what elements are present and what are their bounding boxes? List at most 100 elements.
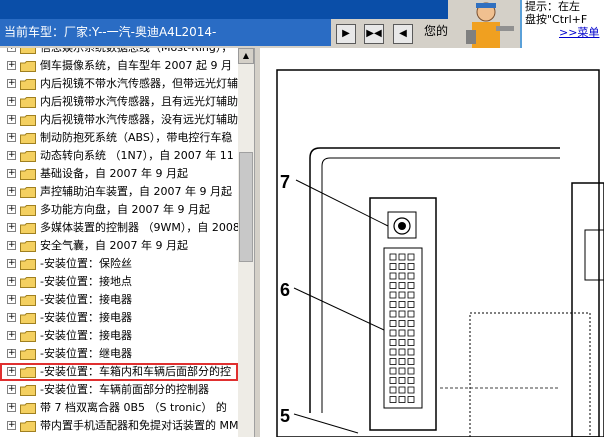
tree-item[interactable]: + -安装位置：接电器 [0,291,238,309]
expand-plus-icon[interactable]: + [7,403,16,412]
tree-item[interactable]: + 安全气囊，自 2007 年 9 月起 [0,237,238,255]
component-tree: + 信息娱乐系统数据总线（Most-Ring）， + 倒车摄像系统，自车型年 2007… [0,48,238,437]
expand-plus-icon[interactable]: + [7,151,16,160]
tree-item[interactable]: + 带内置手机适配器和免提对话装置的 MM [0,417,238,435]
tree-item[interactable]: + -安装位置：接地点 [0,273,238,291]
connector-pin [398,282,406,289]
expand-plus-icon[interactable]: + [7,97,16,106]
expand-plus-icon[interactable]: + [7,61,16,70]
expand-left-button[interactable]: ◀ [393,24,413,44]
folder-icon [20,241,36,252]
expand-plus-icon[interactable]: + [7,367,16,376]
folder-icon [20,259,36,270]
connector-pin [389,263,397,270]
tree-item-label: 声控辅助泊车装置，自 2007 年 9 月起 [40,185,232,198]
expand-plus-icon[interactable]: + [7,259,16,268]
expand-plus-icon[interactable]: + [7,205,16,214]
connector-pin [389,310,397,318]
connector-pin [407,320,415,327]
connector-pin [407,367,415,375]
current-car-bar: 当前车型：厂家:Y--一汽-奥迪A4L2014- [0,19,331,46]
tree-item[interactable]: + 声控辅助泊车装置，自 2007 年 9 月起 [0,183,238,201]
expand-plus-icon[interactable]: + [7,385,16,394]
expand-plus-icon[interactable]: + [7,48,16,52]
expand-plus-icon[interactable]: + [7,349,16,358]
folder-icon [20,403,36,414]
tree-item[interactable]: + 制动防抱死系统（ABS），带电控行车稳 [0,129,238,147]
connector-pin [407,396,415,403]
expand-plus-icon[interactable]: + [7,187,16,196]
folder-icon [20,205,36,216]
expand-plus-icon[interactable]: + [7,133,16,142]
expand-plus-icon[interactable]: + [7,115,16,124]
connector-pin [407,272,415,280]
tree-item-label: 动态转向系统 （1N7），自 2007 年 11 [40,149,234,162]
connector-pin [407,291,415,299]
tree-item[interactable]: + 动态转向系统 （1N7），自 2007 年 11 [0,147,238,165]
tip-line-2: 盘按"Ctrl+F [525,13,588,26]
split-view-button[interactable]: ▶◀ [364,24,384,44]
tree-item-label: 信息娱乐系统数据总线（Most-Ring）， [40,48,232,57]
tree-item[interactable]: + 多媒体装置的控制器 （9WM），自 2008 [0,219,238,237]
tree-item[interactable]: + -安装位置：继电器 [0,345,238,363]
expand-plus-icon[interactable]: + [7,331,16,340]
connector-pin [407,253,415,261]
tree-item[interactable]: + -安装位置：车箱内和车辆后面部分的控 [0,363,238,381]
expand-plus-icon[interactable]: + [7,223,16,232]
expand-right-button[interactable]: ▶ [336,24,356,44]
expand-plus-icon[interactable]: + [7,79,16,88]
scroll-thumb[interactable] [239,152,253,262]
folder-icon [20,277,36,288]
tree-item[interactable]: + 带 7 档双离合器 0B5 （S tronic） 的 [0,399,238,417]
callout-5: 5 [280,406,290,426]
tree-scrollbar[interactable]: ▲ [238,48,254,437]
connector-pin [389,301,397,308]
tree-item-label: 倒车摄像系统，自车型年 2007 起 9 月 [40,59,232,72]
tree-item[interactable]: + -安装位置：接电器 [0,327,238,345]
tree-item[interactable]: + -安装位置：接电器 [0,309,238,327]
connector-pin [407,329,415,337]
top-title-strip [0,0,448,19]
folder-icon [20,295,36,306]
tree-item-label: 多功能方向盘，自 2007 年 9 月起 [40,203,210,216]
tree-item-label: -安装位置：车辆前面部分的控制器 [40,383,209,396]
tree-item-label: -安装位置：继电器 [40,347,132,360]
folder-icon [20,385,36,396]
tree-item[interactable]: + -安装位置：车辆前面部分的控制器 [0,381,238,399]
tree-item-label: -安装位置：接电器 [40,311,132,324]
car-label: 当前车型： [4,25,65,39]
tree-item[interactable]: + 信息娱乐系统数据总线（Most-Ring）， [0,48,238,57]
chevron-up-icon: ▲ [242,51,250,60]
connector-pin [389,339,397,346]
connector-pin [389,377,397,384]
connector-pin [407,263,415,270]
expand-plus-icon[interactable]: + [7,277,16,286]
connector-pin [398,263,406,270]
tree-item[interactable]: + 内后视镜不带水汽传感器，但带远光灯辅 [0,75,238,93]
connector-pin [389,358,397,365]
expand-plus-icon[interactable]: + [7,169,16,178]
menu-link[interactable]: >>菜单 [525,26,604,39]
tree-item-label: 内后视镜带水汽传感器，没有远光灯辅助 [40,113,238,126]
connector-pin [389,396,397,403]
connector-pin [398,396,406,403]
tree-item[interactable]: + -安装位置：保险丝 [0,255,238,273]
scroll-up-button[interactable]: ▲ [238,48,254,64]
connector-pin [407,310,415,318]
expand-plus-icon[interactable]: + [7,241,16,250]
connector-diagram: 7 6 5 [276,69,604,437]
tree-item[interactable]: + 多功能方向盘，自 2007 年 9 月起 [0,201,238,219]
tree-item[interactable]: + 内后视镜带水汽传感器，没有远光灯辅助 [0,111,238,129]
tip-line-1: 提示：在左 [525,0,580,13]
toolbar-header: 当前车型：厂家:Y--一汽-奥迪A4L2014- ▶ ▶◀ ◀ 您的 提示：在左… [0,0,604,48]
expand-plus-icon[interactable]: + [7,421,16,430]
expand-plus-icon[interactable]: + [7,295,16,304]
tree-item[interactable]: + 基础设备，自 2007 年 9 月起 [0,165,238,183]
folder-icon [20,169,36,180]
expand-plus-icon[interactable]: + [7,313,16,322]
tree-item-label: 带 7 档双离合器 0B5 （S tronic） 的 [40,401,227,414]
folder-icon [20,115,36,126]
connector-pin [398,386,406,394]
tree-item[interactable]: + 倒车摄像系统，自车型年 2007 起 9 月 [0,57,238,75]
tree-item[interactable]: + 内后视镜带水汽传感器，且有远光灯辅助 [0,93,238,111]
